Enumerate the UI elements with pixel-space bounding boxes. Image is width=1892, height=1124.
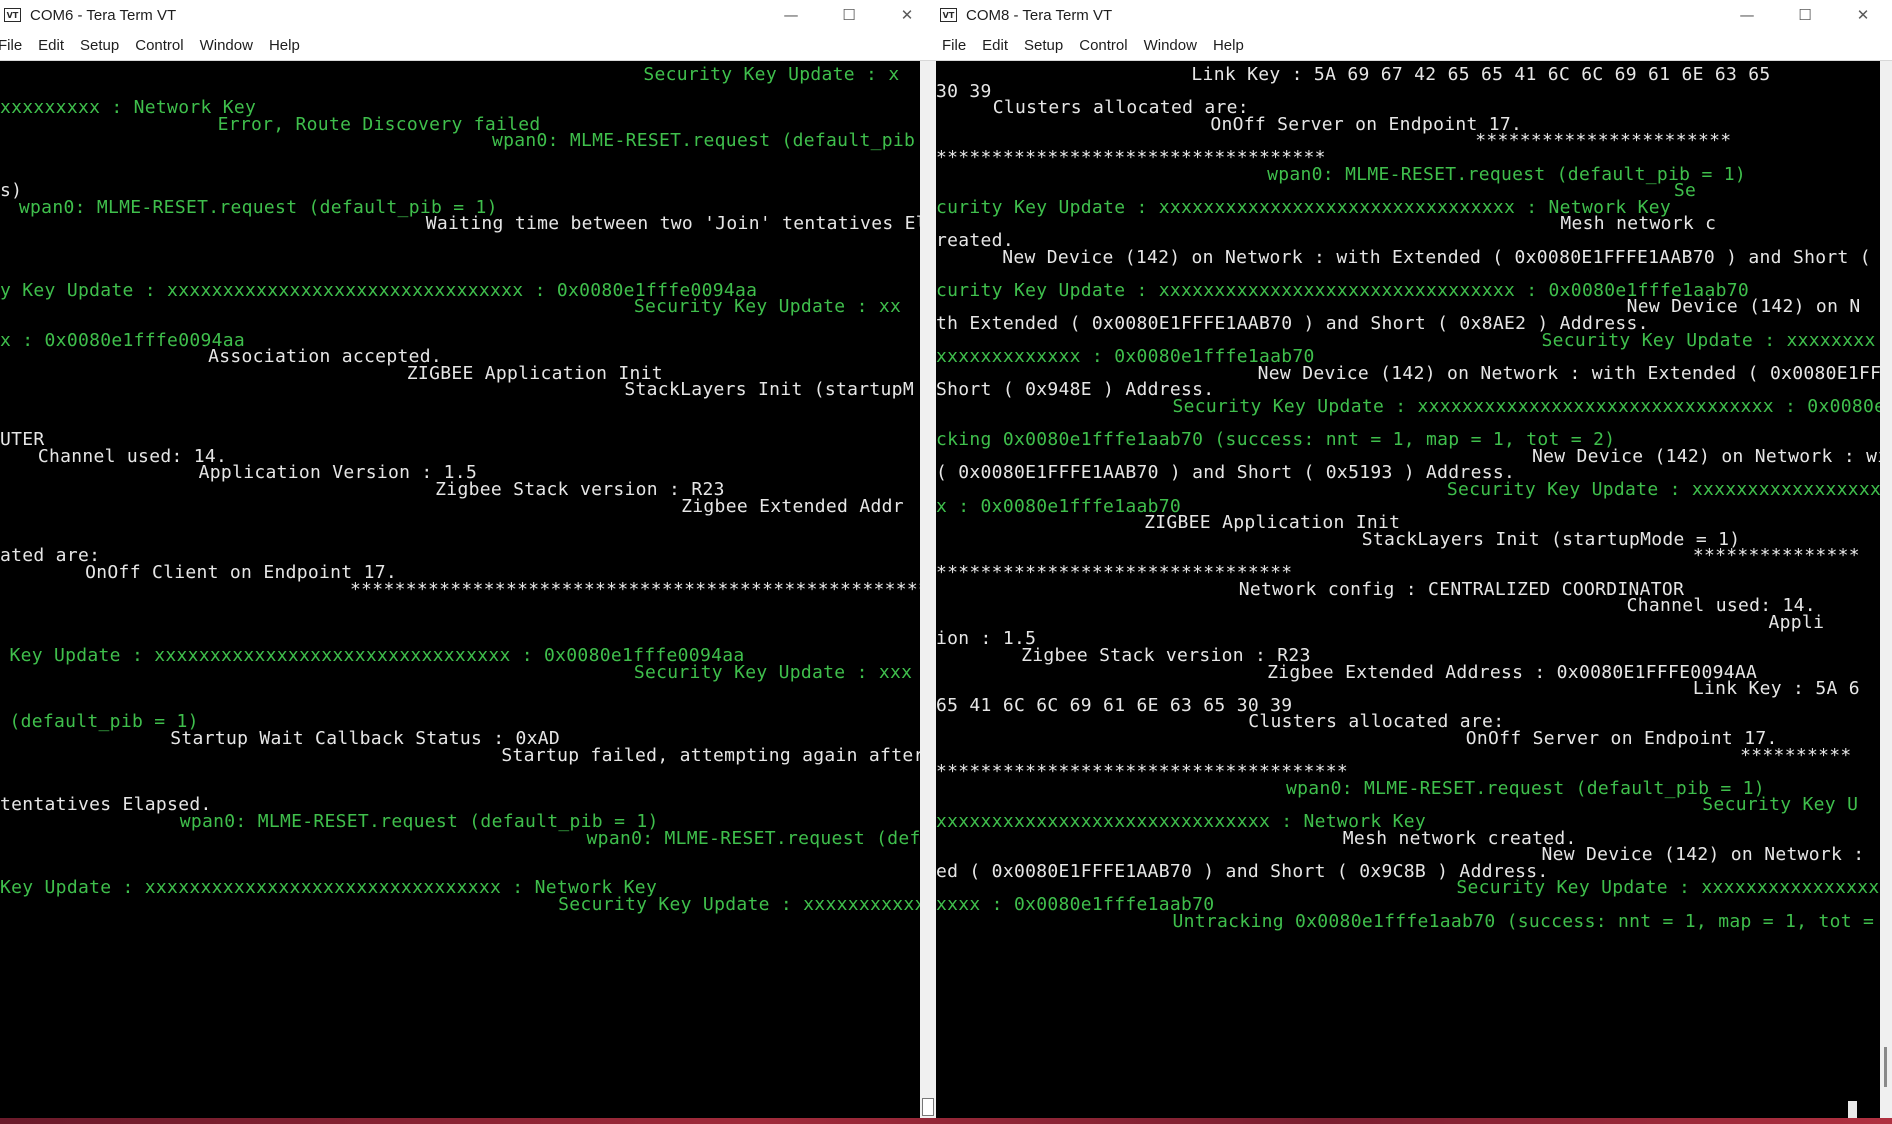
log-line: Network config : CENTRALIZED COORDINATOR [1238, 578, 1685, 600]
log-line: Untracking 0x0080e1fffe1aab70 (success: … [1172, 910, 1880, 932]
log-line: Se [1673, 180, 1697, 202]
log-line: New Device (142) on Network : with Exten… [1002, 246, 1880, 268]
log-line: Link Key : 5A 69 67 42 65 65 41 6C 6C 69… [1191, 64, 1771, 85]
maximize-button[interactable]: ☐ [820, 0, 878, 30]
close-button[interactable]: ✕ [1834, 0, 1892, 30]
log-line: cking 0x0080e1fffe1aab70 (success: nnt =… [936, 429, 1616, 451]
terminal-output[interactable]: Security Key Update : x xxxxxxxxx : Netwo… [0, 61, 920, 1118]
log-line: Startup failed, attempting again after [501, 744, 920, 766]
menu-file[interactable]: File [936, 37, 976, 54]
window-title: COM8 - Tera Term VT [966, 6, 1113, 24]
menu-window[interactable]: Window [1138, 37, 1207, 54]
desktop-background-strip [0, 1118, 1892, 1124]
scroll-thumb[interactable] [1884, 1047, 1887, 1087]
log-line: Mesh network c [1560, 213, 1717, 235]
window-com6[interactable]: VT COM6 - Tera Term VT — ☐ ✕ File Edit S… [0, 0, 936, 1118]
log-line: Security Key Update : xxxxxxxx [1541, 329, 1876, 351]
window-controls: — ☐ ✕ [762, 0, 936, 30]
menu-edit[interactable]: Edit [976, 37, 1018, 54]
log-line: Security Key Update : xxxxxxxxxxx [558, 894, 920, 915]
log-line: wpan0: MLME-RESET.request (def [586, 827, 920, 849]
menu-setup[interactable]: Setup [74, 37, 129, 54]
log-line: Security Key Update : xxxxxxxxxxxxxxxxxx… [1446, 479, 1880, 500]
menu-help[interactable]: Help [1207, 37, 1254, 54]
menu-setup[interactable]: Setup [1018, 37, 1073, 54]
log-line: wpan0: MLME-RESET.request (default_pib =… [1286, 777, 1765, 799]
maximize-button[interactable]: ☐ [1776, 0, 1834, 30]
title-bar[interactable]: VT COM8 - Tera Term VT — ☐ ✕ [936, 0, 1892, 30]
title-bar[interactable]: VT COM6 - Tera Term VT — ☐ ✕ [0, 0, 936, 30]
log-line: Security Key Update : xxxxxxxxxxxxxxxxxx [1456, 877, 1880, 899]
teraterm-app-icon[interactable]: VT [940, 8, 957, 22]
log-line: OnOff Server on Endpoint 17. [1465, 728, 1778, 749]
menu-file[interactable]: File [0, 37, 32, 54]
teraterm-app-icon[interactable]: VT [4, 8, 21, 22]
minimize-button[interactable]: — [1718, 0, 1776, 30]
menu-control[interactable]: Control [129, 37, 193, 54]
log-line: Link Key : 5A 6 [1692, 678, 1860, 700]
log-line: Waiting time between two 'Join' tentativ… [425, 213, 920, 235]
log-line: 65 41 6C 6C 69 61 6E 63 65 30 39 [936, 694, 1293, 716]
menu-help[interactable]: Help [263, 37, 310, 54]
menu-window[interactable]: Window [194, 37, 263, 54]
scroll-thumb[interactable] [922, 1098, 934, 1116]
log-line: *********************** [1475, 130, 1732, 152]
log-line: Security Key Update : xxxxxxxxxxxxxxxxxx… [1172, 396, 1881, 417]
log-line: StackLayers Init (startupMode = 1) [1361, 528, 1741, 550]
log-line: Security Key Update : xx [633, 296, 902, 318]
log-line: New Device (142) on N [1626, 296, 1861, 318]
vertical-scrollbar[interactable] [920, 61, 936, 1118]
terminal-output[interactable]: Link Key : 5A 69 67 42 65 65 41 6C 6C 69… [936, 61, 1880, 1118]
close-button[interactable]: ✕ [878, 0, 936, 30]
log-line: Security Key Update : x [643, 64, 900, 85]
log-line: Appli [1768, 611, 1825, 633]
log-line: Zigbee Extended Address : 0x0080E1FFFE00… [1267, 661, 1758, 683]
log-line: ****************************************… [350, 578, 920, 600]
log-line: New Device (142) on Network : with Exten… [1257, 362, 1880, 384]
log-line: StackLayers Init (startupM [624, 379, 914, 401]
minimize-button[interactable]: — [762, 0, 820, 30]
menu-bar: File Edit Setup Control Window Help [0, 30, 936, 61]
menu-edit[interactable]: Edit [32, 37, 74, 54]
log-line: New Device (142) on Network : [1541, 844, 1865, 866]
log-line: Zigbee Extended Addr [681, 495, 904, 517]
log-line: wpan0: MLME-RESET.request (default_pib = [491, 130, 920, 152]
log-line: ( 0x0080E1FFFE1AAB70 ) and Short ( 0x519… [936, 462, 1516, 484]
window-title: COM6 - Tera Term VT [30, 6, 177, 24]
log-line: *************** [1692, 545, 1860, 567]
log-line: New Device (142) on Network : wit [1532, 445, 1880, 467]
log-line: Security Key Update : xxx [633, 661, 913, 683]
text-cursor [1848, 1101, 1857, 1118]
window-controls: — ☐ ✕ [1718, 0, 1892, 30]
log-line: 30 39 [936, 80, 992, 102]
vertical-scrollbar[interactable] [1880, 61, 1892, 1118]
menu-control[interactable]: Control [1073, 37, 1137, 54]
log-line: Security Key U [1702, 794, 1859, 816]
menu-bar: File Edit Setup Control Window Help [936, 30, 1892, 61]
log-line: ********** [1740, 744, 1852, 766]
window-com8[interactable]: VT COM8 - Tera Term VT — ☐ ✕ File Edit S… [936, 0, 1892, 1118]
